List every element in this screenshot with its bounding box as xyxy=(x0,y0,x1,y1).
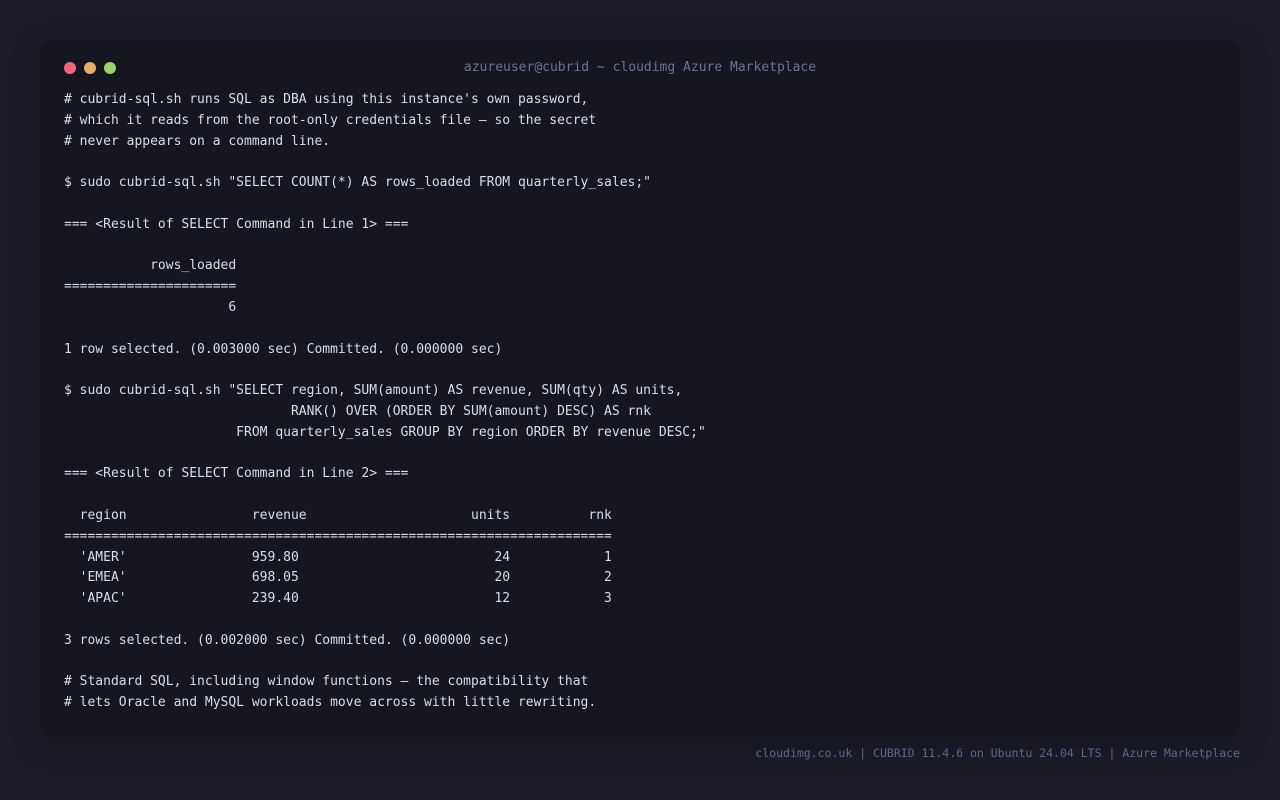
terminal-line: # cubrid-sql.sh runs SQL as DBA using th… xyxy=(64,92,589,107)
terminal-line: ====================== xyxy=(64,279,237,295)
terminal-line: $ sudo cubrid-sql.sh "SELECT COUNT(*) AS… xyxy=(64,175,651,191)
terminal-line: === <Result of SELECT Command in Line 1>… xyxy=(64,216,409,232)
terminal-line: FROM quarterly_sales GROUP BY region ORD… xyxy=(64,424,706,440)
terminal-line: $ sudo cubrid-sql.sh "SELECT region, SUM… xyxy=(64,383,683,399)
terminal-output[interactable]: # cubrid-sql.sh runs SQL as DBA using th… xyxy=(64,90,706,714)
terminal-window: azureuser@cubrid ~ cloudimg Azure Market… xyxy=(40,40,1240,736)
terminal-line: 3 rows selected. (0.002000 sec) Committe… xyxy=(64,632,511,648)
window-title: azureuser@cubrid ~ cloudimg Azure Market… xyxy=(463,60,817,75)
terminal-line: # which it reads from the root-only cred… xyxy=(64,112,597,128)
terminal-line: 6 xyxy=(64,299,237,315)
terminal-line: 1 row selected. (0.003000 sec) Committed… xyxy=(64,341,503,357)
terminal-line: region revenue units rnk xyxy=(64,507,612,523)
terminal-line: ========================================… xyxy=(64,528,612,544)
terminal-line: === <Result of SELECT Command in Line 2>… xyxy=(64,466,409,482)
terminal-line: 'APAC' 239.40 12 3 xyxy=(64,591,612,607)
title-bar[interactable]: azureuser@cubrid ~ cloudimg Azure Market… xyxy=(40,40,1240,96)
terminal-line: # lets Oracle and MySQL workloads move a… xyxy=(64,695,597,711)
terminal-line: # Standard SQL, including window functio… xyxy=(64,674,589,690)
terminal-line: 'EMEA' 698.05 20 2 xyxy=(64,570,612,586)
terminal-line: RANK() OVER (ORDER BY SUM(amount) DESC) … xyxy=(64,403,651,419)
terminal-line: rows_loaded xyxy=(64,258,237,274)
terminal-line: # never appears on a command line. xyxy=(64,133,331,149)
terminal-line: 'AMER' 959.80 24 1 xyxy=(64,549,612,565)
footer-caption: cloudimg.co.uk | CUBRID 11.4.6 on Ubuntu… xyxy=(755,746,1240,760)
